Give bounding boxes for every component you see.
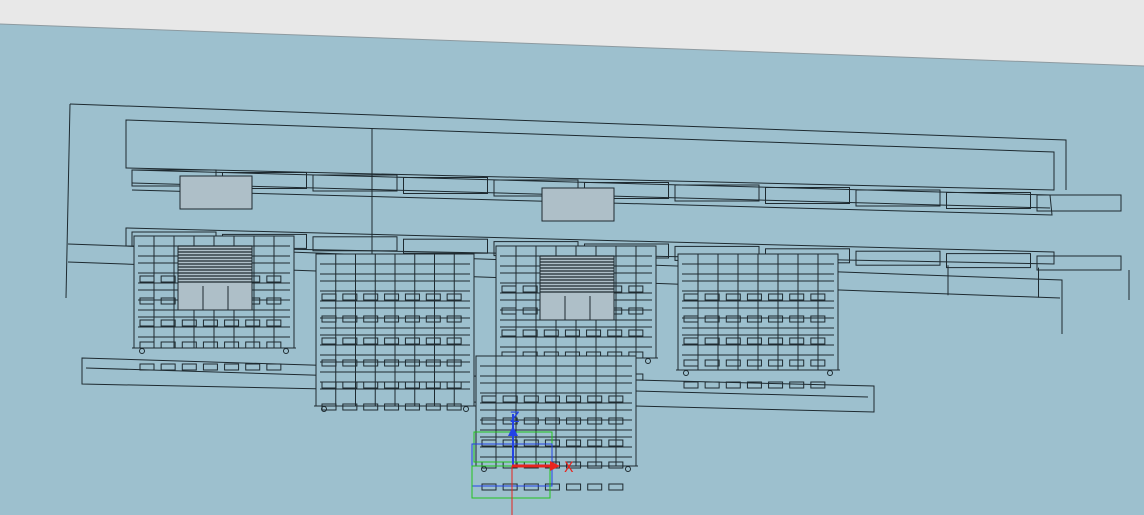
cart-assembly	[314, 253, 476, 412]
z-axis-label: Z	[510, 410, 520, 426]
x-axis-label: X	[564, 460, 574, 476]
panel-right	[541, 187, 615, 222]
cart-assembly	[676, 253, 840, 389]
cad-scene[interactable]: X Z	[0, 0, 1144, 515]
cart-panel	[177, 245, 253, 311]
panel-left	[179, 175, 253, 210]
3d-viewport[interactable]: X Z	[0, 0, 1144, 515]
